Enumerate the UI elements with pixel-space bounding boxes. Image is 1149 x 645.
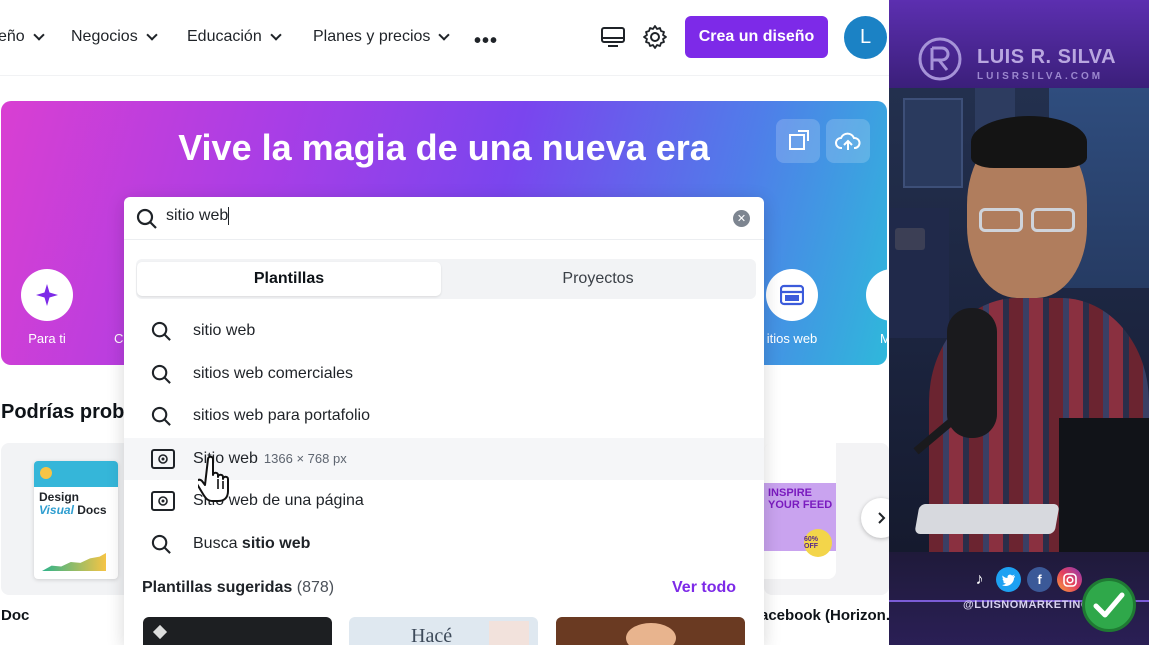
- suggested-template-thumb[interactable]: [143, 617, 332, 645]
- desktop-app-icon[interactable]: [600, 24, 628, 52]
- search-icon: [151, 406, 171, 426]
- see-all-link[interactable]: Ver todo: [672, 579, 736, 597]
- sparkle-icon: [21, 269, 73, 321]
- search-query: sitio web: [166, 207, 229, 225]
- chevron-right-icon: [878, 512, 886, 524]
- suggestion-text: Busca sitio web: [193, 535, 310, 553]
- nav-menu-label: Educación: [187, 28, 262, 45]
- suggestion-prefix: Busca: [193, 535, 242, 552]
- category-label: M: [880, 331, 887, 346]
- brand-name: LUIS R. SILVA: [977, 46, 1117, 68]
- webcam-feed: [889, 88, 1149, 552]
- create-design-button[interactable]: Crea un diseño: [685, 16, 828, 58]
- suggestion-item-search-for[interactable]: Busca sitio web: [124, 523, 764, 565]
- nav-menu-label: Planes y precios: [313, 28, 431, 45]
- hero-title: Vive la magia de una nueva era: [178, 127, 710, 168]
- suggestion-query: sitio web: [241, 535, 311, 552]
- text-caret: [228, 207, 230, 225]
- more-menu-button[interactable]: •••: [474, 30, 498, 53]
- chevron-down-icon: [146, 28, 158, 41]
- suggestion-item[interactable]: sitios web comerciales: [124, 353, 764, 395]
- category-label: Para ti: [28, 331, 66, 346]
- twitter-icon: [996, 567, 1021, 592]
- suggestion-text: sitio web: [193, 322, 256, 339]
- streamer-overlay: LUIS R. SILVA LUISRSILVA.COM ♪ f @LUISNO…: [889, 0, 1149, 645]
- hand-cursor-icon: [198, 455, 229, 502]
- template-card-label: Doc: [1, 607, 30, 624]
- search-icon: [151, 534, 171, 554]
- tab-projects[interactable]: Proyectos: [446, 262, 750, 296]
- top-navigation: eño Negocios Educación Planes y precios …: [0, 0, 889, 76]
- suggested-templates-title: Plantillas sugeridas: [142, 579, 293, 596]
- chevron-down-icon: [33, 28, 45, 41]
- doc-thumb-word: Docs: [77, 503, 107, 517]
- suggested-template-thumb[interactable]: [556, 617, 745, 645]
- nav-menu-label: eño: [0, 28, 25, 45]
- suggestion-text: sitios web comerciales: [193, 365, 354, 382]
- clear-search-button[interactable]: ✕: [733, 210, 750, 227]
- resize-icon[interactable]: [776, 119, 820, 163]
- discount-badge: 60% OFF: [804, 529, 832, 557]
- instagram-icon: [1057, 567, 1082, 592]
- tiktok-icon: ♪: [975, 570, 984, 588]
- doc-thumb-sub: Visual: [39, 503, 74, 517]
- chevron-down-icon: [438, 28, 451, 41]
- website-icon: [151, 491, 175, 511]
- social-handle: @LUISNOMARKETING: [963, 599, 1090, 611]
- doc-thumbnail: Design Visual Docs: [34, 461, 118, 579]
- nav-menu-label: Negocios: [71, 28, 138, 45]
- thumb-text: Hacé: [411, 625, 453, 645]
- avatar[interactable]: L: [844, 16, 887, 59]
- category-partial-right[interactable]: M: [866, 269, 887, 346]
- chevron-down-icon: [270, 28, 282, 41]
- doc-thumb-title: Design: [39, 490, 80, 504]
- checkmark-icon: [1082, 578, 1136, 632]
- suggestion-text: sitios web para portafolio: [193, 407, 370, 424]
- search-dropdown: sitio web ✕ Plantillas Proyectos sitio w…: [124, 197, 764, 645]
- tab-templates[interactable]: Plantillas: [137, 262, 441, 296]
- category-websites[interactable]: itios web: [757, 269, 827, 346]
- website-icon: [151, 449, 175, 469]
- search-tabs: Plantillas Proyectos: [136, 259, 756, 299]
- nav-menu-design[interactable]: eño: [0, 28, 45, 46]
- search-icon: [151, 321, 171, 341]
- fb-thumb-title: INSPIRE YOUR FEED: [768, 487, 833, 511]
- facebook-thumbnail: INSPIRE YOUR FEED 60% OFF: [764, 443, 836, 579]
- category-label: C: [114, 331, 124, 346]
- category-label: itios web: [766, 331, 818, 346]
- facebook-icon: f: [1027, 567, 1052, 592]
- section-title: Podrías proba: [1, 401, 136, 423]
- brand-url: LUISRSILVA.COM: [977, 71, 1104, 82]
- suggested-template-thumb[interactable]: Hacé: [349, 617, 538, 645]
- canva-page: eño Negocios Educación Planes y precios …: [0, 0, 889, 645]
- category-for-you[interactable]: Para ti: [14, 269, 80, 346]
- search-icon: [151, 364, 171, 384]
- brand-logo-icon: [918, 37, 962, 81]
- more-icon: [866, 269, 887, 321]
- search-bar: sitio web ✕: [124, 197, 764, 240]
- website-icon: [766, 269, 818, 321]
- nav-menu-education[interactable]: Educación: [187, 28, 282, 46]
- nav-menu-pricing[interactable]: Planes y precios: [313, 28, 451, 46]
- suggestion-item[interactable]: sitios web para portafolio: [124, 395, 764, 437]
- search-icon: [136, 208, 157, 229]
- search-input[interactable]: sitio web: [166, 207, 706, 225]
- template-card-label: acebook (Horizon...: [760, 607, 889, 624]
- suggested-templates-count: (878): [296, 579, 335, 596]
- template-card-doc[interactable]: Design Visual Docs: [1, 443, 141, 595]
- suggestion-dimensions: 1366 × 768 px: [263, 451, 347, 466]
- upload-cloud-icon[interactable]: [826, 119, 870, 163]
- suggested-templates-heading: Plantillas sugeridas (878): [142, 579, 334, 597]
- gear-icon[interactable]: [642, 24, 670, 52]
- suggestion-item[interactable]: sitio web: [124, 310, 764, 352]
- brand-bar: LUIS R. SILVA LUISRSILVA.COM: [889, 0, 1149, 88]
- nav-menu-business[interactable]: Negocios: [71, 28, 158, 46]
